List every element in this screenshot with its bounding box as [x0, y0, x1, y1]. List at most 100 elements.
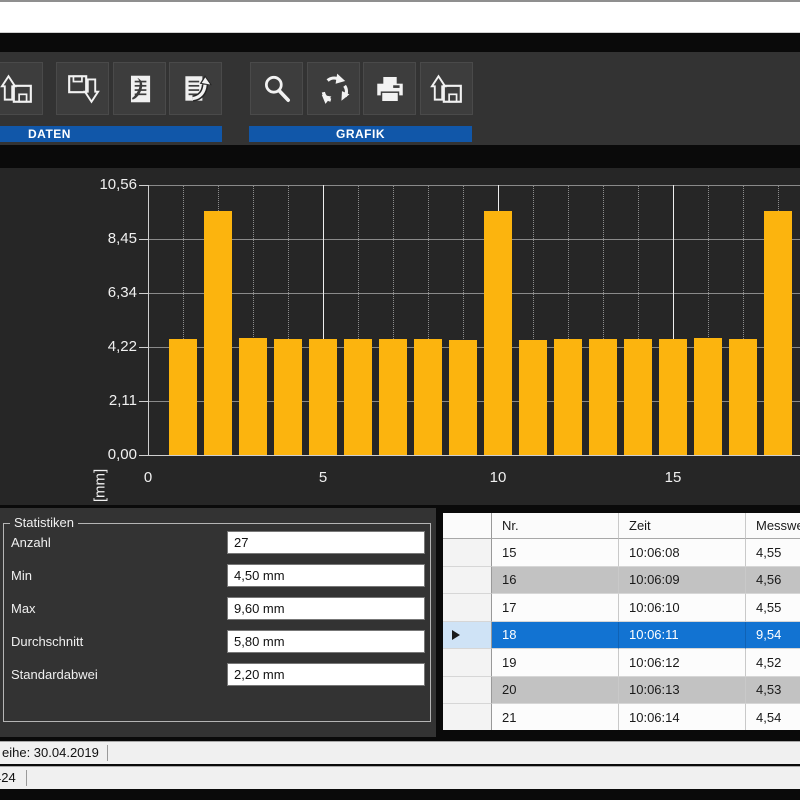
magnifier-icon: [260, 72, 294, 106]
y-gridline: [148, 239, 800, 240]
y-axis-unit-label: [mm]: [92, 466, 109, 506]
table-cell[interactable]: 17: [492, 594, 619, 622]
table-cell[interactable]: 10:06:08: [619, 539, 746, 567]
chart-bar: [414, 339, 442, 455]
y-tick-mark: [139, 401, 148, 402]
y-tick-mark: [139, 185, 148, 186]
chart-bar: [344, 339, 372, 455]
table-row: 1510:06:084,55: [443, 539, 800, 567]
table-cell[interactable]: 10:06:09: [619, 567, 746, 595]
table-cell[interactable]: 10:06:11: [619, 622, 746, 650]
y-tick-mark: [139, 293, 148, 294]
zoom-graphic-button[interactable]: [250, 62, 303, 115]
y-tick-label: 2,11: [57, 392, 137, 410]
table-cell[interactable]: 21: [492, 704, 619, 730]
print-graphic-button[interactable]: [363, 62, 416, 115]
table-cell[interactable]: 10:06:13: [619, 677, 746, 705]
column-header-nr[interactable]: Nr.: [492, 513, 619, 539]
chart-bar: [589, 339, 617, 455]
document-arrow-icon: [179, 72, 213, 106]
y-tick-mark: [139, 347, 148, 348]
table-row: 1610:06:094,56: [443, 567, 800, 595]
y-tick-mark: [139, 239, 148, 240]
stat-input-1[interactable]: [227, 564, 425, 587]
table-cell[interactable]: 4,55: [746, 594, 800, 622]
chart-bar: [484, 211, 512, 455]
chart-bar: [624, 339, 652, 455]
y-tick-mark: [139, 455, 148, 456]
table-row: 1710:06:104,55: [443, 594, 800, 622]
row-header-cell[interactable]: [443, 704, 492, 730]
y-tick-label: 0,00: [57, 446, 137, 464]
table-cell[interactable]: 20: [492, 677, 619, 705]
table-corner-cell[interactable]: [443, 513, 492, 539]
table-cell[interactable]: 10:06:12: [619, 649, 746, 677]
stat-label-2: Max: [11, 601, 36, 616]
table-cell[interactable]: 16: [492, 567, 619, 595]
toolbar-group-daten: DATEN: [0, 126, 222, 142]
y-gridline: [148, 293, 800, 294]
table-cell[interactable]: 19: [492, 649, 619, 677]
chart-bar: [274, 339, 302, 455]
table-cell[interactable]: 10:06:14: [619, 704, 746, 730]
table-cell[interactable]: 4,56: [746, 567, 800, 595]
table-row: 2110:06:144,54: [443, 704, 800, 730]
y-gridline: [148, 185, 800, 186]
table-cell[interactable]: 4,53: [746, 677, 800, 705]
measurement-chart: 0,002,114,226,348,4510,56051015 [mm]: [0, 168, 800, 505]
statusbar-separator: [26, 770, 27, 786]
row-header-cell[interactable]: [443, 539, 492, 567]
chart-bar: [729, 339, 757, 455]
stat-input-0[interactable]: [227, 531, 425, 554]
floppy-arrow-down-icon: [66, 72, 100, 106]
table-header-row: Nr. Zeit Messwert: [443, 513, 800, 539]
table-cell[interactable]: 4,55: [746, 539, 800, 567]
stat-input-4[interactable]: [227, 663, 425, 686]
chart-bar: [239, 338, 267, 455]
toolbar-group-grafik: GRAFIK: [249, 126, 472, 142]
statusbar-separator: [107, 745, 108, 761]
table-cell[interactable]: 4,54: [746, 704, 800, 730]
stat-input-2[interactable]: [227, 597, 425, 620]
row-header-cell[interactable]: [443, 567, 492, 595]
row-header-cell[interactable]: [443, 594, 492, 622]
row-header-cell[interactable]: [443, 649, 492, 677]
chart-bar: [694, 338, 722, 455]
floppy-arrow-up-icon: [0, 72, 34, 106]
stat-label-4: Standardabwei: [11, 667, 98, 682]
table-cell[interactable]: 18: [492, 622, 619, 650]
y-axis-line: [148, 185, 149, 455]
chart-bar: [449, 340, 477, 455]
chart-bar: [204, 211, 232, 455]
column-header-zeit[interactable]: Zeit: [619, 513, 746, 539]
statusbar-bottom: 424: [0, 766, 800, 789]
chart-bar: [519, 340, 547, 455]
save-data-button[interactable]: [56, 62, 109, 115]
load-data-button[interactable]: [0, 62, 43, 115]
toolbar-group-grafik-label: GRAFIK: [336, 127, 385, 141]
y-tick-label: 4,22: [57, 338, 137, 356]
row-header-cell[interactable]: [443, 677, 492, 705]
x-tick-label: 0: [128, 470, 168, 486]
x-axis-line: [148, 455, 800, 456]
export-data-button[interactable]: [169, 62, 222, 115]
x-tick-label: 5: [303, 470, 343, 486]
clear-data-button[interactable]: [113, 62, 166, 115]
stat-input-3[interactable]: [227, 630, 425, 653]
y-tick-label: 10,56: [57, 176, 137, 194]
save-graphic-button[interactable]: [420, 62, 473, 115]
statusbar-top: eihe: 30.04.2019: [0, 741, 800, 764]
column-header-messwert[interactable]: Messwert: [746, 513, 800, 539]
table-cell[interactable]: 10:06:10: [619, 594, 746, 622]
statistics-title: Statistiken: [10, 515, 78, 530]
refresh-graphic-button[interactable]: [307, 62, 360, 115]
printer-icon: [373, 72, 407, 106]
floppy-arrow-up-icon: [430, 72, 464, 106]
top-window-strip: [0, 2, 800, 33]
toolbar: DATEN GRAFIK: [0, 52, 800, 145]
table-cell[interactable]: 4,52: [746, 649, 800, 677]
table-cell[interactable]: 15: [492, 539, 619, 567]
stat-label-0: Anzahl: [11, 535, 51, 550]
row-header-cell[interactable]: [443, 622, 492, 650]
table-cell[interactable]: 9,54: [746, 622, 800, 650]
